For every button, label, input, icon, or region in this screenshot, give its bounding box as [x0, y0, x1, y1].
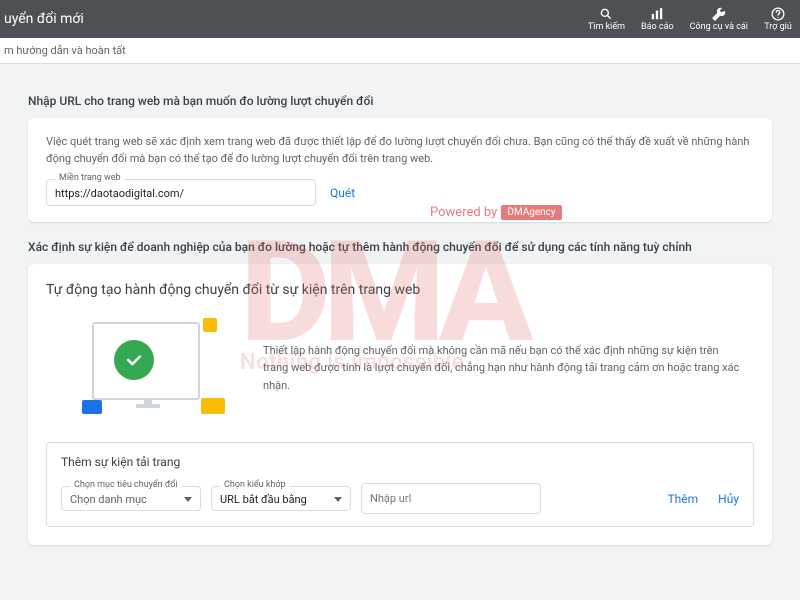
url-row: Miền trang web Quét — [46, 179, 754, 206]
wrench-icon — [712, 7, 726, 21]
url-input[interactable] — [361, 483, 541, 514]
search-label: Tìm kiếm — [588, 22, 625, 32]
reports-action[interactable]: Báo cáo — [633, 0, 682, 38]
match-select-value: URL bắt đầu bằng — [220, 493, 307, 506]
breadcrumb: m hướng dẫn và hoàn tất — [0, 38, 800, 64]
cancel-button[interactable]: Hủy — [718, 492, 739, 506]
add-button[interactable]: Thêm — [667, 492, 698, 506]
auto-events-card: Tự động tạo hành động chuyển đổi từ sự k… — [28, 264, 772, 545]
domain-field-label: Miền trang web — [55, 173, 125, 183]
chevron-down-icon — [334, 497, 342, 502]
content: Nhập URL cho trang web mà bạn muốn đo lư… — [0, 64, 800, 598]
event-box-title: Thêm sự kiện tải trang — [61, 455, 739, 469]
page-title: uyển đổi mới — [4, 11, 84, 27]
auto-title: Tự động tạo hành động chuyển đổi từ sự k… — [46, 282, 754, 298]
url-card-desc: Việc quét trang web sẽ xác định xem tran… — [46, 134, 754, 167]
yellow-note-icon — [203, 318, 217, 332]
check-circle-icon — [114, 340, 154, 380]
topbar: uyển đổi mới Tìm kiếm Báo cáo Công cụ và… — [0, 0, 800, 38]
auto-body: Thiết lập hành động chuyển đổi mà không … — [46, 318, 754, 418]
section1-label: Nhập URL cho trang web mà bạn muốn đo lư… — [28, 94, 772, 108]
auto-desc: Thiết lập hành động chuyển đổi mà không … — [263, 342, 744, 395]
blue-folder-icon — [82, 400, 102, 414]
search-icon — [599, 7, 613, 21]
help-label: Trợ giú — [764, 22, 792, 32]
help-action[interactable]: Trợ giú — [756, 0, 800, 38]
yellow-book-icon — [201, 398, 225, 414]
domain-field[interactable]: Miền trang web — [46, 179, 316, 206]
reports-label: Báo cáo — [641, 22, 674, 32]
help-icon — [771, 7, 785, 21]
domain-input[interactable] — [55, 187, 307, 200]
tools-label: Công cụ và cái — [690, 22, 748, 32]
search-action[interactable]: Tìm kiếm — [580, 0, 633, 38]
match-select[interactable]: Chọn kiểu khớp URL bắt đầu bằng — [211, 486, 351, 511]
match-select-label: Chọn kiểu khớp — [220, 480, 290, 490]
category-select-label: Chọn mục tiêu chuyển đổi — [70, 480, 182, 490]
illustration — [56, 318, 241, 418]
topbar-actions: Tìm kiếm Báo cáo Công cụ và cái Trợ giú — [580, 0, 800, 38]
scan-button[interactable]: Quét — [330, 186, 355, 200]
url-card: Việc quét trang web sẽ xác định xem tran… — [28, 118, 772, 222]
chart-icon — [650, 7, 664, 21]
event-box: Thêm sự kiện tải trang Chọn mục tiêu chu… — [46, 442, 754, 527]
chevron-down-icon — [184, 497, 192, 502]
category-select-value: Chọn danh mục — [70, 493, 147, 506]
event-row: Chọn mục tiêu chuyển đổi Chọn danh mục C… — [61, 483, 739, 514]
category-select[interactable]: Chọn mục tiêu chuyển đổi Chọn danh mục — [61, 486, 201, 511]
tools-action[interactable]: Công cụ và cái — [682, 0, 756, 38]
section2-label: Xác định sự kiện để doanh nghiệp của bạn… — [28, 240, 772, 254]
